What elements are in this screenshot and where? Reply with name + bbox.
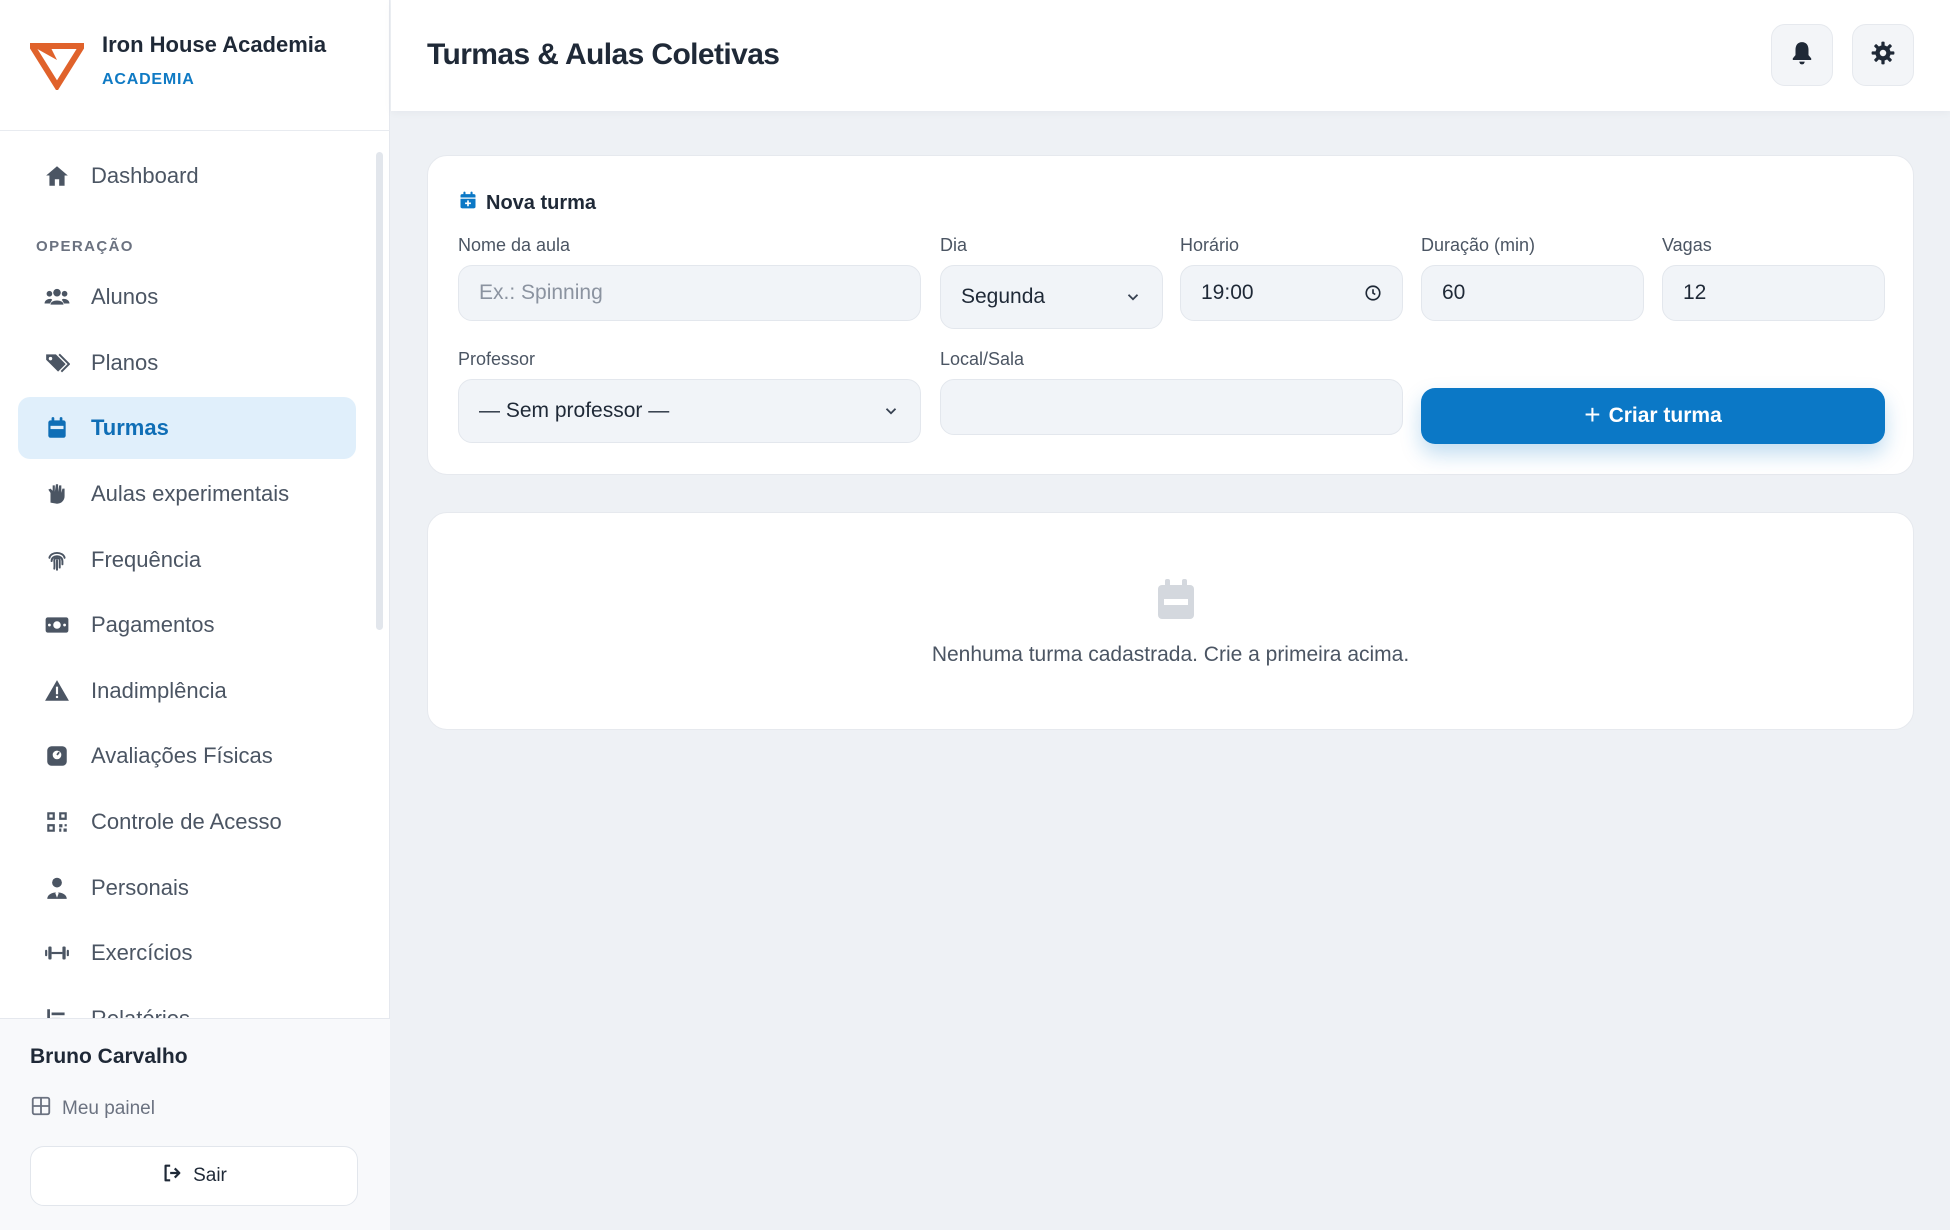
teacher-select[interactable]: — Sem professor — xyxy=(458,379,921,443)
teacher-label: Professor xyxy=(458,349,536,369)
brand-subtitle: ACADEMIA xyxy=(102,71,195,88)
sidebar-item-label: Pagamentos xyxy=(91,612,215,637)
user-name: Bruno Carvalho xyxy=(30,1045,188,1068)
plus-icon: + xyxy=(1584,398,1601,430)
clock-icon[interactable] xyxy=(1364,284,1382,302)
class-name-label: Nome da aula xyxy=(458,235,571,255)
page-title: Turmas & Aulas Coletivas xyxy=(427,38,780,71)
time-label: Horário xyxy=(1180,235,1240,255)
sidebar-item-inadimplencia[interactable]: Inadimplência xyxy=(18,660,356,722)
sidebar-item-avaliacoes[interactable]: Avaliações Físicas xyxy=(18,725,356,787)
sidebar-item-label: Exercícios xyxy=(91,940,193,965)
scale-icon xyxy=(44,743,70,769)
sidebar-item-label: Controle de Acesso xyxy=(91,809,282,834)
time-value: 19:00 xyxy=(1201,281,1254,304)
sidebar-item-label: Relatórios xyxy=(91,1006,190,1018)
users-icon xyxy=(44,284,70,310)
dumbbell-icon xyxy=(44,940,70,966)
sidebar-item-personais[interactable]: Personais xyxy=(18,857,356,919)
sidebar-item-turmas[interactable]: Turmas xyxy=(18,397,356,459)
duration-input[interactable]: 60 xyxy=(1421,265,1644,321)
logout-button[interactable]: Sair xyxy=(30,1146,358,1206)
sidebar-item-label: Frequência xyxy=(91,547,202,572)
notifications-button[interactable] xyxy=(1771,24,1833,86)
class-name-input[interactable]: Ex.: Spinning xyxy=(458,265,921,321)
classes-list-card: Nenhuma turma cadastrada. Crie a primeir… xyxy=(427,512,1914,730)
day-value: Segunda xyxy=(961,285,1046,308)
chevron-down-icon xyxy=(882,402,900,420)
sidebar-item-alunos[interactable]: Alunos xyxy=(18,266,356,328)
fingerprint-icon xyxy=(44,547,70,573)
my-panel-label: Meu painel xyxy=(62,1098,155,1119)
sidebar-item-label: Aulas experimentais xyxy=(91,481,290,506)
sidebar-nav: Dashboard OPERAÇÃO Alunos Planos Turmas xyxy=(0,132,372,1018)
duration-label: Duração (min) xyxy=(1421,235,1536,255)
home-icon xyxy=(44,163,70,189)
sidebar-footer: Bruno Carvalho Meu painel Sair xyxy=(0,1018,390,1230)
day-select[interactable]: Segunda xyxy=(940,265,1163,329)
sidebar-item-label: Avaliações Físicas xyxy=(91,743,273,768)
logout-label: Sair xyxy=(193,1165,227,1186)
top-bar: Turmas & Aulas Coletivas xyxy=(391,0,1950,111)
grid-icon xyxy=(30,1095,52,1123)
new-class-card: Nova turma Nome da aula Ex.: Spinning Di… xyxy=(427,155,1914,475)
gear-icon xyxy=(1870,40,1896,71)
my-panel-link[interactable]: Meu painel xyxy=(30,1095,155,1123)
sidebar-item-frequencia[interactable]: Frequência xyxy=(18,529,356,591)
sidebar-item-relatorios[interactable]: Relatórios xyxy=(18,988,356,1018)
card-title-text: Nova turma xyxy=(486,191,597,214)
nav-section-operacao: OPERAÇÃO xyxy=(36,238,134,255)
sidebar-item-label: Inadimplência xyxy=(91,678,227,703)
create-class-label: Criar turma xyxy=(1608,404,1722,427)
empty-state-text: Nenhuma turma cadastrada. Crie a primeir… xyxy=(931,643,1410,666)
room-label: Local/Sala xyxy=(940,349,1025,369)
bell-icon xyxy=(1789,40,1815,71)
sidebar-item-pagamentos[interactable]: Pagamentos xyxy=(18,594,356,656)
trainer-icon xyxy=(44,875,70,901)
sidebar-item-label: Alunos xyxy=(91,284,159,309)
sidebar-item-aulas-experimentais[interactable]: Aulas experimentais xyxy=(18,463,356,525)
calendar-plus-icon xyxy=(458,190,478,216)
sidebar-item-label: Planos xyxy=(91,350,159,375)
time-input[interactable]: 19:00 xyxy=(1180,265,1403,321)
room-input[interactable] xyxy=(940,379,1403,435)
logout-icon xyxy=(161,1162,183,1190)
money-icon xyxy=(44,612,70,638)
brand-header: Iron House Academia ACADEMIA xyxy=(0,0,390,131)
chart-icon xyxy=(44,1006,70,1018)
scrollbar-thumb[interactable] xyxy=(376,152,383,630)
sidebar-item-label: Personais xyxy=(91,875,189,900)
sidebar-item-exercicios[interactable]: Exercícios xyxy=(18,922,356,984)
brand-name: Iron House Academia xyxy=(102,32,327,57)
sidebar-item-dashboard[interactable]: Dashboard xyxy=(18,145,356,207)
sidebar: Iron House Academia ACADEMIA Dashboard O… xyxy=(0,0,390,1230)
calendar-icon xyxy=(44,415,70,441)
slots-label: Vagas xyxy=(1662,235,1712,255)
tags-icon xyxy=(44,350,70,376)
settings-button[interactable] xyxy=(1852,24,1914,86)
slots-input[interactable]: 12 xyxy=(1662,265,1885,321)
sidebar-item-planos[interactable]: Planos xyxy=(18,332,356,394)
sidebar-item-label: Dashboard xyxy=(91,163,199,188)
card-title: Nova turma xyxy=(458,190,596,216)
sidebar-item-controle-acesso[interactable]: Controle de Acesso xyxy=(18,791,356,853)
calendar-empty-icon xyxy=(1158,579,1194,619)
logo-icon xyxy=(30,43,84,90)
chevron-down-icon xyxy=(1124,288,1142,306)
warning-icon xyxy=(44,678,70,704)
teacher-value: — Sem professor — xyxy=(479,399,670,422)
hand-icon xyxy=(44,481,70,507)
sidebar-item-label: Turmas xyxy=(91,415,169,440)
day-label: Dia xyxy=(940,235,968,255)
create-class-button[interactable]: + Criar turma xyxy=(1421,388,1885,444)
sidebar-scrollbar[interactable] xyxy=(374,140,384,1020)
qrcode-icon xyxy=(44,809,70,835)
